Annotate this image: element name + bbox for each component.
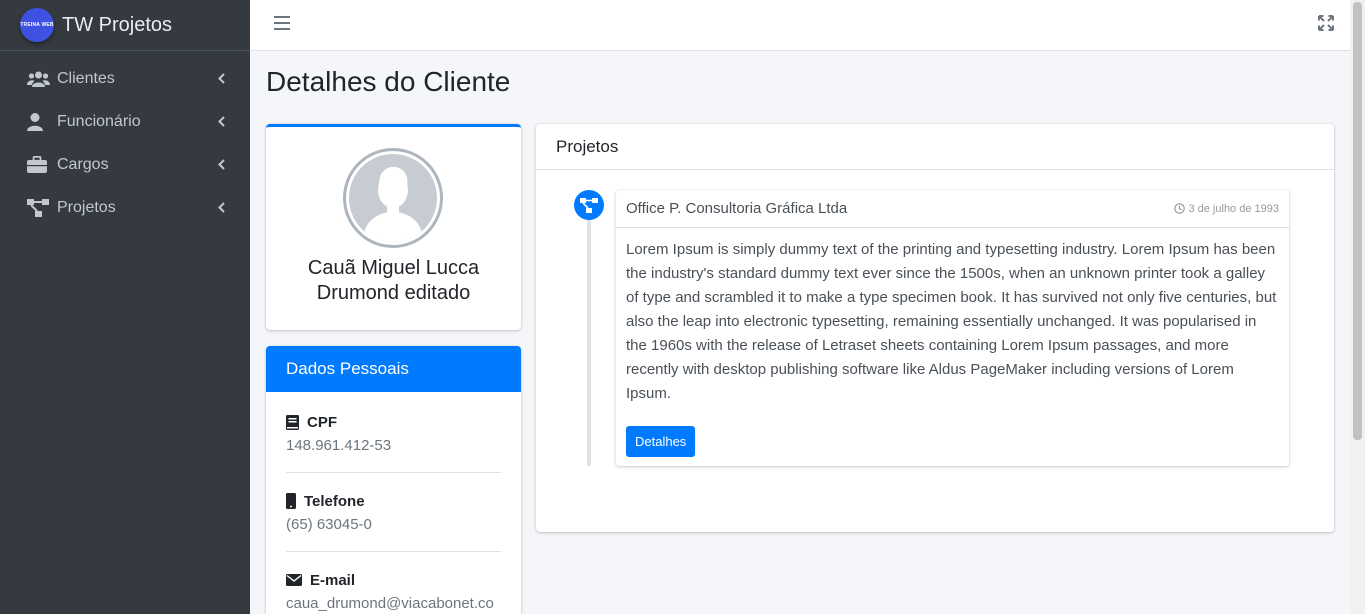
- project-date: 3 de julho de 1993: [1174, 203, 1279, 215]
- telefone-field: Telefone (65) 63045-0: [286, 491, 501, 552]
- briefcase-icon: [27, 155, 51, 175]
- avatar-placeholder-icon: [349, 154, 437, 242]
- sidebar-item-label: Cargos: [57, 155, 109, 173]
- details-button[interactable]: Detalhes: [626, 426, 696, 457]
- chevron-left-icon: [216, 73, 226, 85]
- chevron-left-icon: [216, 202, 226, 214]
- sidebar-nav: Clientes Funcionário Cargos Projetos: [0, 51, 250, 229]
- brand-link[interactable]: TREINA WEB TW Projetos: [0, 0, 250, 51]
- project-diagram-icon: [27, 198, 51, 218]
- page-title: Detalhes do Cliente: [266, 66, 511, 97]
- cpf-field: CPF 148.961.412-53: [286, 412, 501, 473]
- chevron-left-icon: [216, 116, 226, 128]
- fullscreen-icon[interactable]: [1318, 15, 1334, 31]
- email-field: E-mail caua_drumond@viacabonet.co: [286, 570, 501, 614]
- sidebar-item-label: Projetos: [57, 198, 116, 216]
- project-title: Office P. Consultoria Gráfica Ltda: [626, 200, 848, 217]
- user-icon: [27, 112, 51, 132]
- email-value: caua_drumond@viacabonet.co: [286, 595, 494, 612]
- profile-card: Cauã Miguel Lucca Drumond editado: [266, 124, 521, 330]
- sidebar-item-label: Funcionário: [57, 112, 141, 130]
- book-icon: [286, 414, 299, 430]
- sidebar-item-label: Clientes: [57, 69, 115, 87]
- sidebar-item-funcionario[interactable]: Funcionário: [0, 100, 250, 143]
- timeline-item: Office P. Consultoria Gráfica Ltda 3 de …: [616, 190, 1289, 466]
- timeline-line: [587, 204, 591, 466]
- project-description: Lorem Ipsum is simply dummy text of the …: [626, 241, 1277, 402]
- projects-header: Projetos: [536, 124, 1334, 170]
- chevron-left-icon: [216, 159, 226, 171]
- mobile-phone-icon: [286, 493, 296, 509]
- profile-name: Cauã Miguel Lucca Drumond editado: [307, 257, 480, 304]
- telefone-value: (65) 63045-0: [286, 516, 372, 533]
- personal-data-header: Dados Pessoais: [266, 346, 521, 392]
- brand-logo: TREINA WEB: [20, 8, 54, 42]
- envelope-icon: [286, 574, 302, 586]
- sidebar: TREINA WEB TW Projetos Clientes Funcioná…: [0, 0, 250, 614]
- project-diagram-icon: [574, 190, 604, 220]
- sidebar-item-projetos[interactable]: Projetos: [0, 186, 250, 229]
- telefone-label: Telefone: [304, 492, 365, 510]
- brand-text: TW Projetos: [62, 13, 173, 36]
- projects-card: Projetos Office P. Consultoria Gráfica L…: [536, 124, 1334, 532]
- page-scrollbar[interactable]: [1350, 0, 1365, 614]
- users-icon: [27, 69, 51, 89]
- cpf-value: 148.961.412-53: [286, 437, 392, 454]
- scrollbar-thumb[interactable]: [1353, 2, 1362, 440]
- project-date-text: 3 de julho de 1993: [1188, 202, 1279, 215]
- personal-data-card: Dados Pessoais CPF 148.961.412-53 Telefo…: [266, 346, 521, 614]
- cpf-label: CPF: [307, 413, 337, 431]
- clock-icon: [1174, 203, 1186, 214]
- menu-toggle-icon[interactable]: [274, 16, 290, 30]
- top-navbar: [250, 0, 1350, 51]
- avatar: [343, 148, 443, 248]
- sidebar-item-clientes[interactable]: Clientes: [0, 57, 250, 100]
- sidebar-item-cargos[interactable]: Cargos: [0, 143, 250, 186]
- email-label: E-mail: [310, 571, 356, 589]
